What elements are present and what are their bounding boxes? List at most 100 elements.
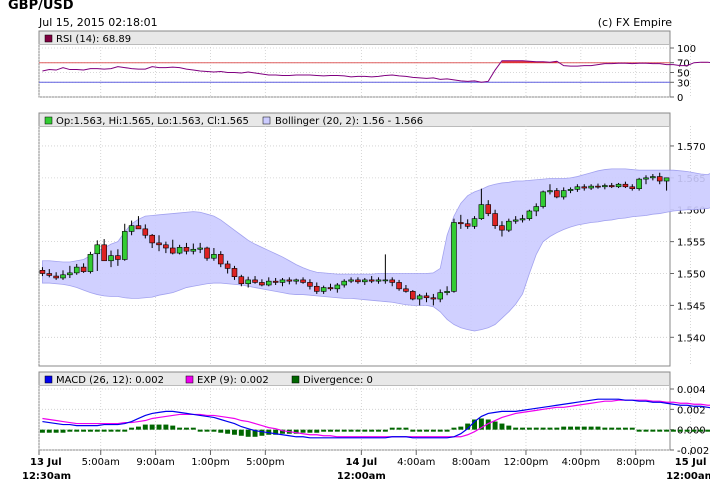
divergence-bar: [245, 429, 251, 437]
candle-body: [506, 220, 512, 231]
price-panel: 1.5701.5651.5601.5551.5501.5451.540Op:1.…: [38, 112, 710, 367]
candle-body: [368, 279, 375, 282]
divergence-bar: [492, 421, 498, 430]
price-ytick-label: 1.540: [677, 333, 706, 344]
divergence-bar: [499, 423, 505, 430]
ohlc-legend-swatch: [44, 116, 53, 125]
candle-body: [451, 222, 457, 292]
divergence-bar: [513, 427, 519, 430]
divergence-bar: [657, 429, 663, 432]
divergence-bar: [142, 424, 148, 430]
divergence-bar: [362, 429, 368, 432]
x-tick-label: 1:00pm: [191, 457, 230, 468]
x-tick-label: 9:00am: [136, 457, 174, 468]
candle-body: [341, 280, 347, 286]
rsi-legend: RSI (14): 68.89: [56, 34, 131, 45]
divergence-bar: [60, 429, 66, 433]
ohlc-legend: Op:1.563, Hi:1.565, Lo:1.563, Cl:1.565: [56, 116, 249, 127]
candle-body: [252, 279, 258, 283]
divergence-bar: [396, 427, 402, 430]
candle-body: [238, 276, 245, 285]
candle-body: [471, 218, 478, 227]
divergence-bar: [218, 429, 224, 433]
candle-body: [396, 282, 402, 290]
divergence-bar: [135, 426, 141, 430]
divergence-bar: [670, 429, 676, 432]
divergence-bar: [177, 427, 183, 430]
divergence-bar: [101, 429, 107, 432]
candle-body: [375, 279, 382, 282]
candle-body: [286, 279, 293, 282]
candle-body: [608, 185, 615, 188]
macd-legend-1: EXP (9): 0.002: [197, 375, 269, 386]
candle-body: [519, 218, 526, 221]
divergence-bar: [616, 427, 622, 430]
divergence-bar: [540, 427, 546, 430]
candle-body: [169, 247, 176, 254]
divergence-bar: [698, 429, 704, 432]
candle-body: [458, 222, 464, 225]
x-tick-label: 8:00pm: [616, 457, 655, 468]
rsi-legend-bar: [39, 31, 670, 45]
divergence-bar: [444, 429, 450, 432]
divergence-bar: [348, 429, 354, 432]
candle-body: [204, 247, 210, 259]
candle-body: [403, 288, 409, 292]
candle-body: [355, 279, 361, 283]
divergence-bar: [588, 426, 594, 430]
divergence-bar: [602, 427, 608, 430]
candle-body: [108, 255, 114, 262]
candle-body: [327, 287, 334, 290]
divergence-bar: [225, 429, 231, 434]
x-tick-label: 15 Jul: [675, 457, 707, 468]
macd-ytick-label: 0.002: [677, 405, 706, 416]
candle-body: [73, 266, 80, 274]
candle-body: [128, 225, 135, 232]
candle-body: [190, 248, 197, 252]
candle-body: [231, 268, 238, 278]
candle-body: [217, 254, 224, 265]
candle-body: [142, 228, 149, 236]
macd-legend-0: MACD (26, 12): 0.002: [56, 375, 164, 386]
candle-body: [67, 272, 73, 276]
candle-body: [87, 254, 94, 272]
candle-body: [444, 291, 450, 293]
candle-body: [259, 282, 265, 286]
divergence-bar: [506, 425, 512, 430]
divergence-bar: [238, 429, 244, 436]
divergence-bar: [170, 425, 176, 430]
candle-body: [320, 287, 327, 292]
price-ytick-label: 1.550: [677, 270, 706, 281]
candle-body: [622, 183, 629, 188]
divergence-bar: [437, 429, 443, 432]
divergence-bar: [307, 429, 313, 433]
chart-canvas: 1007050300RSI (14): 68.89 1.5701.5651.56…: [22, 30, 710, 482]
x-axis: 13 Jul 12:30am 5:00am 9:00am 1:00pm 5:00pm 14 …: [22, 450, 710, 482]
divergence-bar: [341, 429, 347, 432]
candle-body: [80, 266, 87, 272]
divergence-bar: [705, 429, 710, 432]
divergence-bar: [190, 427, 196, 430]
bollinger-legend-swatch: [262, 116, 271, 125]
candle-body: [492, 213, 498, 226]
candle-body: [437, 292, 444, 300]
divergence-bar: [520, 427, 526, 430]
divergence-bar: [410, 429, 416, 432]
candle-body: [224, 263, 231, 269]
candle-body: [512, 219, 519, 222]
candle-body: [46, 273, 53, 276]
divergence-bar: [595, 426, 601, 430]
divergence-bar: [115, 429, 121, 432]
candle-body: [183, 247, 190, 252]
candle-body: [547, 190, 553, 193]
divergence-bar: [87, 429, 93, 432]
candle-body: [382, 279, 389, 282]
candle-body: [265, 280, 272, 286]
candle-body: [300, 279, 306, 283]
divergence-bar: [334, 429, 340, 432]
x-tick-sublabel: 12:30am: [22, 471, 71, 482]
candle-body: [663, 177, 670, 182]
divergence-bar: [561, 426, 567, 430]
divergence-bar: [39, 429, 45, 433]
divergence-bar: [259, 429, 265, 436]
